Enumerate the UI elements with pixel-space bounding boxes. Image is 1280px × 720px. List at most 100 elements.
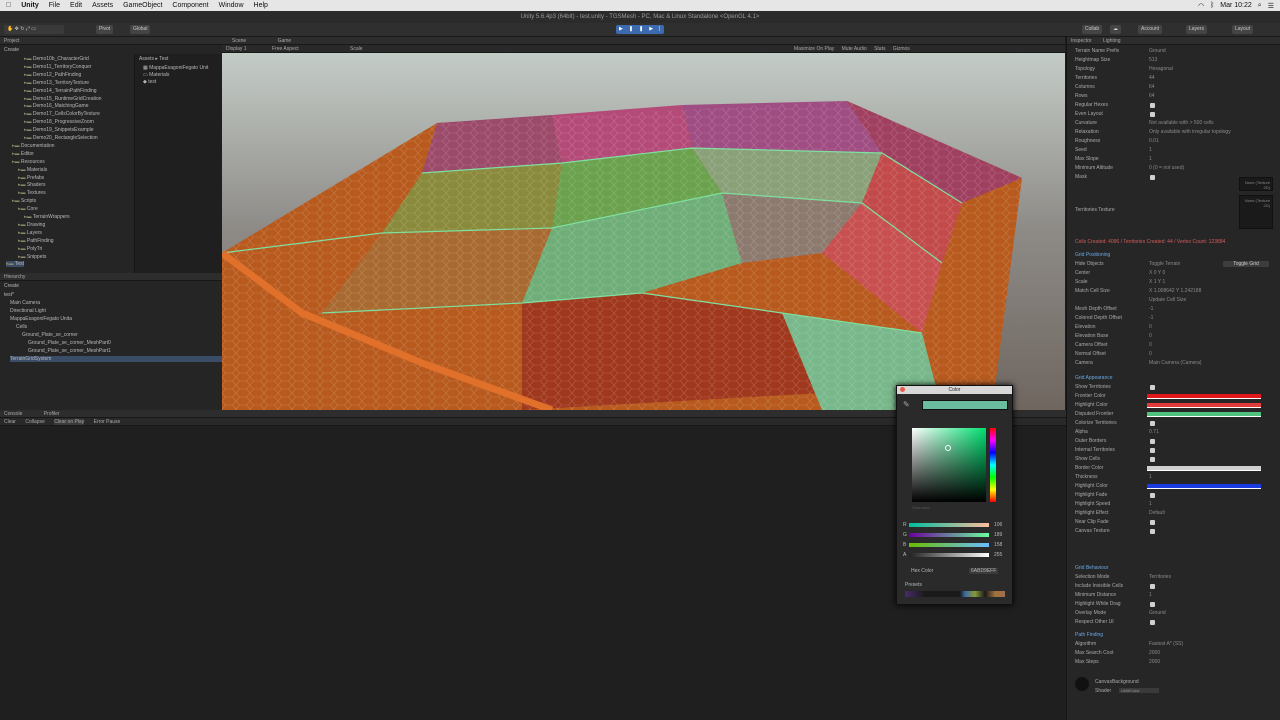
- search-icon[interactable]: ⌕: [1258, 2, 1262, 10]
- move-icon[interactable]: ✥: [15, 26, 19, 32]
- aspect-dropdown[interactable]: Free Aspect: [272, 46, 299, 52]
- tab-game[interactable]: Game: [278, 38, 292, 44]
- tree-item[interactable]: ▸▬ Layers: [18, 230, 42, 236]
- hierarchy-item[interactable]: Main Camera: [10, 300, 222, 306]
- terrain-field-checkbox[interactable]: [1150, 103, 1155, 108]
- tab-profiler[interactable]: Profiler: [44, 411, 60, 417]
- grid-appearance-header[interactable]: Grid Appearance: [1075, 375, 1113, 381]
- asset-item[interactable]: ▦ MappaEsagoniFegato Unit: [143, 65, 208, 71]
- display-dropdown[interactable]: Display 1: [226, 46, 247, 52]
- mask-texture-slot[interactable]: None (Texture 2D): [1239, 177, 1273, 191]
- eyedropper-icon[interactable]: ✎: [903, 400, 910, 409]
- hierarchy-item[interactable]: MappaEsagoniFegato Unita: [10, 316, 222, 322]
- color-field[interactable]: [1147, 484, 1261, 489]
- tree-item[interactable]: ▸▬ Shaders: [18, 182, 46, 188]
- appearance-field-value[interactable]: 1: [1149, 501, 1152, 507]
- tree-item[interactable]: ▸▬ Demo17_CellsColorByTexture: [24, 111, 100, 117]
- tree-item[interactable]: ▸▬ PathFinding: [18, 238, 54, 244]
- bluetooth-icon[interactable]: ᛒ: [1210, 2, 1214, 9]
- assets-breadcrumb[interactable]: Assets ▸ Test: [139, 56, 168, 62]
- gizmos-toggle[interactable]: Gizmos: [893, 46, 910, 52]
- position-field-value[interactable]: X 1.008642 Y 1.242188: [1149, 288, 1201, 294]
- global-button[interactable]: Global: [130, 25, 151, 34]
- behaviour-field-checkbox[interactable]: [1150, 620, 1155, 625]
- rotate-icon[interactable]: ↻: [20, 26, 24, 32]
- appearance-field-checkbox[interactable]: [1150, 439, 1155, 444]
- step-icon[interactable]: ▶|: [649, 26, 666, 32]
- preset-swatches[interactable]: [905, 591, 1005, 597]
- territories-texture-slot[interactable]: None (Texture 2D): [1239, 195, 1273, 229]
- maximize-toggle[interactable]: Maximize On Play: [794, 46, 834, 52]
- terrain-field-value[interactable]: 1: [1149, 156, 1152, 162]
- color-field[interactable]: [1147, 394, 1261, 399]
- terrain-field-value[interactable]: 0.01: [1149, 138, 1159, 144]
- terrain-field-value[interactable]: 44: [1149, 75, 1155, 81]
- wifi-icon[interactable]: ◠: [1198, 2, 1204, 10]
- collab-button[interactable]: Collab: [1082, 25, 1103, 34]
- collapse-button[interactable]: Collapse: [25, 419, 44, 425]
- picker-cursor[interactable]: [945, 445, 951, 451]
- play-icon[interactable]: ▶: [619, 26, 629, 32]
- grid-positioning-header[interactable]: Grid Positioning: [1075, 252, 1110, 258]
- tree-item[interactable]: ▸▬ Textures: [18, 190, 46, 196]
- saturation-value-square[interactable]: [912, 428, 986, 502]
- hue-slider[interactable]: [990, 428, 996, 502]
- tree-item[interactable]: ▸▬ Drawing: [18, 222, 45, 228]
- tree-item[interactable]: ▸▬ Resources: [12, 159, 45, 165]
- position-field-value[interactable]: X 0 Y 0: [1149, 270, 1165, 276]
- toggle-grid-button[interactable]: Toggle Grid: [1223, 261, 1269, 267]
- rect-icon[interactable]: ▭: [31, 26, 36, 32]
- clear-button[interactable]: Clear: [4, 419, 16, 425]
- tree-item[interactable]: ▸▬ Demo15_RuntimeGridCreation: [24, 96, 102, 102]
- hierarchy-item[interactable]: Ground_Plate_se_corner_MeshPart0: [28, 340, 222, 346]
- tree-item[interactable]: ▸▬ Demo10b_CharacterGrid: [24, 56, 89, 62]
- play-controls[interactable]: ▶❚❚▶|: [616, 25, 664, 34]
- g-value[interactable]: 189: [994, 532, 1002, 538]
- behaviour-field-value[interactable]: Ground: [1149, 610, 1166, 616]
- tree-item[interactable]: ▸▬ Materials: [18, 167, 47, 173]
- menu-edit[interactable]: Edit: [70, 2, 82, 9]
- pivot-button[interactable]: Pivot: [96, 25, 114, 34]
- appearance-field-checkbox[interactable]: [1150, 520, 1155, 525]
- behaviour-field-checkbox[interactable]: [1150, 602, 1155, 607]
- transform-tools[interactable]: ✋ ✥ ↻ ⤢ ▭: [4, 25, 64, 34]
- hierarchy-item[interactable]: TerrainGridSystem: [10, 356, 222, 362]
- terrain-field-value[interactable]: Not available with > 500 cells: [1149, 120, 1214, 126]
- game-view[interactable]: Scene Game Display 1 Free Aspect Scale M…: [222, 37, 1065, 410]
- scale-slider[interactable]: Scale: [350, 46, 363, 52]
- position-field-value[interactable]: 0: [1149, 342, 1152, 348]
- hierarchy-item[interactable]: Ground_Plate_se_corner: [22, 332, 222, 338]
- clock[interactable]: Mar 10:22: [1220, 2, 1252, 9]
- color-picker-window[interactable]: Color ✎ Saturation R 106 G 189 B 158 A 2…: [896, 385, 1013, 605]
- menu-window[interactable]: Window: [219, 2, 244, 9]
- menu-unity[interactable]: Unity: [21, 2, 39, 9]
- project-tab[interactable]: Project: [0, 37, 222, 45]
- tree-item[interactable]: ▸▬ Demo20_RectangleSelection: [24, 135, 98, 141]
- hex-input[interactable]: 6ABD9EFF: [969, 568, 999, 574]
- position-field-value[interactable]: X 1 Y 1: [1149, 279, 1165, 285]
- tree-item[interactable]: ▸▬ Demo12_PathFinding: [24, 72, 81, 78]
- appearance-field-checkbox[interactable]: [1150, 385, 1155, 390]
- position-field-value[interactable]: Main Camera (Camera): [1149, 360, 1202, 366]
- tree-item[interactable]: ▸▬ Demo18_ProgressiveZoom: [24, 119, 94, 125]
- position-field-value[interactable]: Toggle Terrain: [1149, 261, 1180, 267]
- tree-item[interactable]: ▸▬ Demo11_TerritoryConquer: [24, 64, 91, 70]
- clear-on-play-button[interactable]: Clear on Play: [54, 419, 85, 425]
- list-icon[interactable]: ☰: [1268, 2, 1274, 10]
- position-field-value[interactable]: -1: [1149, 315, 1153, 321]
- tab-console[interactable]: Console: [4, 411, 22, 417]
- appearance-field-checkbox[interactable]: [1150, 529, 1155, 534]
- position-field-value[interactable]: Update Cell Size: [1149, 297, 1186, 303]
- hierarchy-item[interactable]: Directional Light: [10, 308, 222, 314]
- position-field-value[interactable]: -1: [1149, 306, 1153, 312]
- pathfinding-field-value[interactable]: 2000: [1149, 659, 1160, 665]
- tree-item[interactable]: ▸▬ PolyTri: [18, 246, 42, 252]
- menu-file[interactable]: File: [49, 2, 60, 9]
- canvas-background-label[interactable]: CanvasBackground: [1095, 679, 1139, 685]
- layout-button[interactable]: Layout: [1232, 25, 1254, 34]
- r-slider[interactable]: [909, 523, 989, 527]
- picker-titlebar[interactable]: Color: [897, 386, 1012, 394]
- position-field-value[interactable]: 0: [1149, 333, 1152, 339]
- appearance-field-checkbox[interactable]: [1150, 448, 1155, 453]
- tree-item[interactable]: ▸▬ Demo13_TerritoryTexture: [24, 80, 89, 86]
